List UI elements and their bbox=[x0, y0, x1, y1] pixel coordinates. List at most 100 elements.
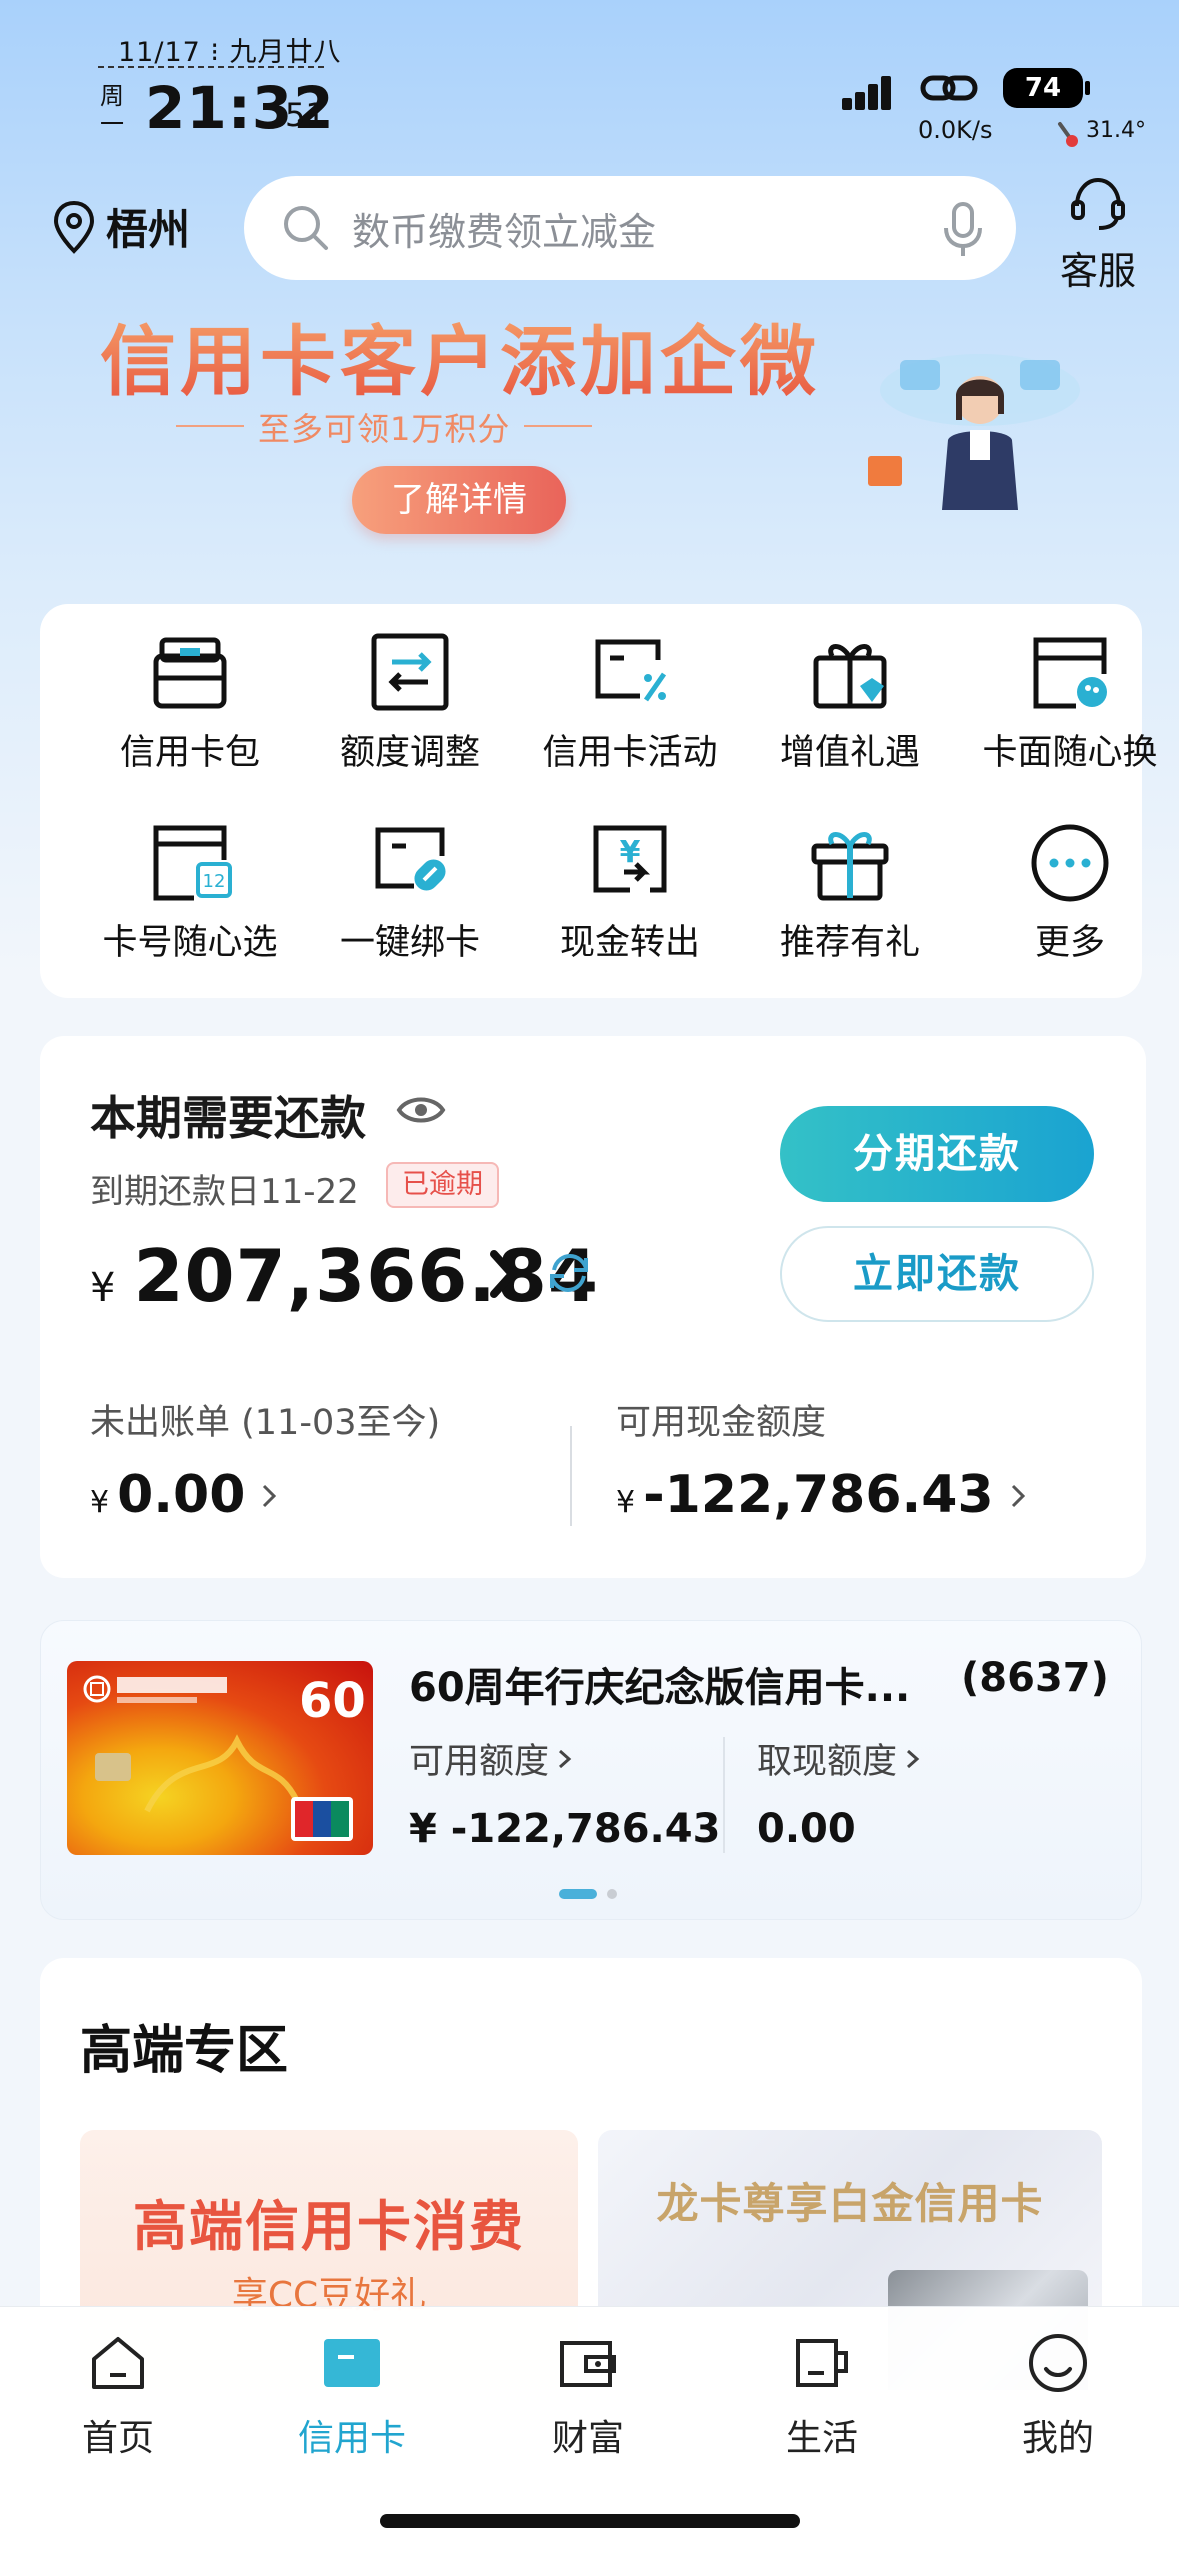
network-speed: 0.0K/s bbox=[918, 116, 993, 144]
due-date: 到期还款日11-22 bbox=[90, 1172, 359, 1212]
nav-mine[interactable]: 我的 bbox=[978, 2331, 1138, 2461]
repay-now-button[interactable]: 立即还款 bbox=[780, 1226, 1094, 1322]
svg-text:60: 60 bbox=[299, 1673, 366, 1729]
card-activity-icon bbox=[595, 639, 667, 702]
repayment-title: 本期需要还款 bbox=[90, 1091, 366, 1145]
premium-title: 高端专区 bbox=[80, 2021, 289, 2081]
signal-icon bbox=[842, 74, 892, 110]
search-input[interactable]: 数币缴费领立减金 bbox=[244, 176, 1016, 280]
chevron-right-icon bbox=[559, 1749, 572, 1768]
cash-out-icon: ¥ bbox=[593, 825, 667, 893]
status-weekday: 周一 bbox=[100, 82, 124, 138]
search-placeholder: 数币缴费领立减金 bbox=[352, 209, 657, 254]
limit-adjust-icon bbox=[371, 633, 449, 711]
currency-symbol: ¥ bbox=[90, 1485, 110, 1520]
promo-title: 龙卡尊享白金信用卡 bbox=[656, 2179, 1044, 2228]
quick-label: 推荐有礼 bbox=[779, 923, 920, 963]
amount-value: 207,366.84 bbox=[133, 1234, 599, 1318]
home-icon bbox=[92, 2337, 144, 2389]
available-limit-label: 可用额度 bbox=[409, 1742, 550, 1782]
nav-label: 首页 bbox=[81, 2418, 154, 2459]
credit-card-icon bbox=[324, 2339, 380, 2387]
quick-card-number[interactable]: 12 卡号随心选 bbox=[90, 820, 290, 965]
microphone-icon[interactable] bbox=[940, 200, 986, 258]
customer-service-button[interactable]: 客服 bbox=[1056, 174, 1140, 295]
search-icon bbox=[284, 206, 328, 250]
card-name: 60周年行庆纪念版信用卡... bbox=[409, 1665, 911, 1711]
quick-cash-out[interactable]: ¥ 现金转出 bbox=[530, 820, 730, 965]
location-name: 梧州 bbox=[106, 205, 191, 254]
cup-icon bbox=[796, 2339, 848, 2387]
quick-bind-card[interactable]: 一键绑卡 bbox=[310, 820, 510, 965]
unbilled-label: 未出账单 (11-03至今) bbox=[90, 1403, 441, 1443]
home-indicator[interactable] bbox=[380, 2514, 800, 2528]
quick-card-face[interactable]: 卡面随心换 bbox=[970, 630, 1170, 775]
refresh-icon[interactable] bbox=[546, 1250, 592, 1296]
cash-limit-label: 可用现金额度 bbox=[616, 1403, 827, 1443]
chevron-right-icon bbox=[907, 1749, 920, 1768]
indicator-dot bbox=[607, 1889, 617, 1899]
divider bbox=[570, 1426, 572, 1526]
svg-text:12: 12 bbox=[203, 871, 226, 892]
quick-more[interactable]: 更多 bbox=[970, 820, 1170, 965]
card-art: 60 bbox=[83, 1673, 366, 1841]
chevron-right-icon bbox=[1011, 1484, 1025, 1508]
card-wallet-icon bbox=[153, 637, 227, 709]
banner-illustration bbox=[868, 354, 1080, 510]
referral-gift-icon bbox=[811, 832, 889, 901]
quick-limit-adjust[interactable]: 额度调整 bbox=[310, 630, 510, 775]
promo-title: 高端信用卡消费 bbox=[133, 2195, 525, 2258]
cash-limit-section[interactable]: 可用现金额度 ¥ -122,786.43 bbox=[616, 1394, 1028, 1525]
available-limit-value: ¥ -122,786.43 bbox=[409, 1806, 721, 1852]
temperature: 31.4° bbox=[1086, 118, 1146, 143]
location-selector[interactable]: 梧州 bbox=[52, 196, 190, 257]
status-seconds: 51 bbox=[285, 96, 326, 134]
battery-icon: 74 bbox=[1003, 68, 1090, 108]
nav-home[interactable]: 首页 bbox=[38, 2331, 198, 2461]
carousel-indicator bbox=[559, 1889, 617, 1899]
installment-repay-button[interactable]: 分期还款 bbox=[780, 1106, 1094, 1202]
nav-label: 信用卡 bbox=[297, 2418, 406, 2459]
quick-label: 额度调整 bbox=[339, 733, 480, 773]
nav-life[interactable]: 生活 bbox=[742, 2331, 902, 2461]
card-face-icon bbox=[1033, 637, 1107, 709]
quick-actions-grid: 信用卡包 额度调整 信用卡活动 增值礼遇 卡面随心换 12 卡号随心选 一键绑卡… bbox=[40, 604, 1158, 998]
nav-credit-card[interactable]: 信用卡 bbox=[272, 2331, 432, 2461]
quick-value-gift[interactable]: 增值礼遇 bbox=[750, 630, 950, 775]
cash-withdraw-limit[interactable]: 取现额度 0.00 bbox=[757, 1733, 921, 1852]
credit-card-carousel[interactable]: 60 60周年行庆纪念版信用卡... (8637) 可用额度 ¥ -122,78… bbox=[40, 1620, 1142, 1920]
chevron-right-icon bbox=[263, 1484, 277, 1508]
nav-label: 我的 bbox=[1021, 2418, 1094, 2459]
eye-icon[interactable] bbox=[396, 1092, 446, 1128]
unbilled-section[interactable]: 未出账单 (11-03至今) ¥ 0.00 bbox=[90, 1394, 440, 1525]
card-image[interactable]: 60 bbox=[67, 1661, 373, 1855]
unbilled-amount: 0.00 bbox=[117, 1465, 246, 1525]
gift-box-icon bbox=[813, 644, 887, 709]
quick-label: 信用卡包 bbox=[119, 733, 260, 773]
indicator-dot-active bbox=[559, 1889, 597, 1899]
bind-card-icon bbox=[375, 827, 446, 891]
quick-label: 现金转出 bbox=[559, 923, 700, 963]
nav-wealth[interactable]: 财富 bbox=[508, 2331, 668, 2461]
currency-symbol: ¥ bbox=[616, 1485, 636, 1520]
repayment-card: 本期需要还款 到期还款日11-22 已逾期 ¥ 207,366.84 分期还款 … bbox=[40, 1036, 1146, 1578]
divider bbox=[723, 1737, 725, 1853]
quick-referral[interactable]: 推荐有礼 bbox=[750, 820, 950, 965]
more-icon bbox=[1031, 824, 1109, 902]
cash-limit-value: 0.00 bbox=[757, 1806, 856, 1852]
card-number-icon: 12 bbox=[153, 825, 232, 901]
status-bar: 11/17 ⁝ 九月廿八 周一 21:32 51 0.0K/s 74 31.4° bbox=[0, 0, 1179, 160]
hotspot-link-icon bbox=[920, 75, 978, 101]
chevron-right-icon[interactable] bbox=[484, 1244, 524, 1304]
banner-title: 信用卡客户添加企微 bbox=[100, 300, 820, 410]
quick-label: 信用卡活动 bbox=[542, 733, 718, 773]
smile-icon bbox=[1029, 2334, 1087, 2392]
location-pin-icon bbox=[53, 200, 95, 254]
banner-subtitle: 至多可领1万积分 bbox=[175, 404, 593, 450]
banner-learn-more-button[interactable]: 了解详情 bbox=[352, 466, 566, 534]
available-limit[interactable]: 可用额度 ¥ -122,786.43 bbox=[409, 1733, 720, 1852]
cash-limit-amount: -122,786.43 bbox=[643, 1465, 994, 1525]
quick-card-wallet[interactable]: 信用卡包 bbox=[90, 630, 290, 775]
quick-card-activity[interactable]: 信用卡活动 bbox=[530, 630, 730, 775]
status-divider bbox=[98, 66, 324, 68]
